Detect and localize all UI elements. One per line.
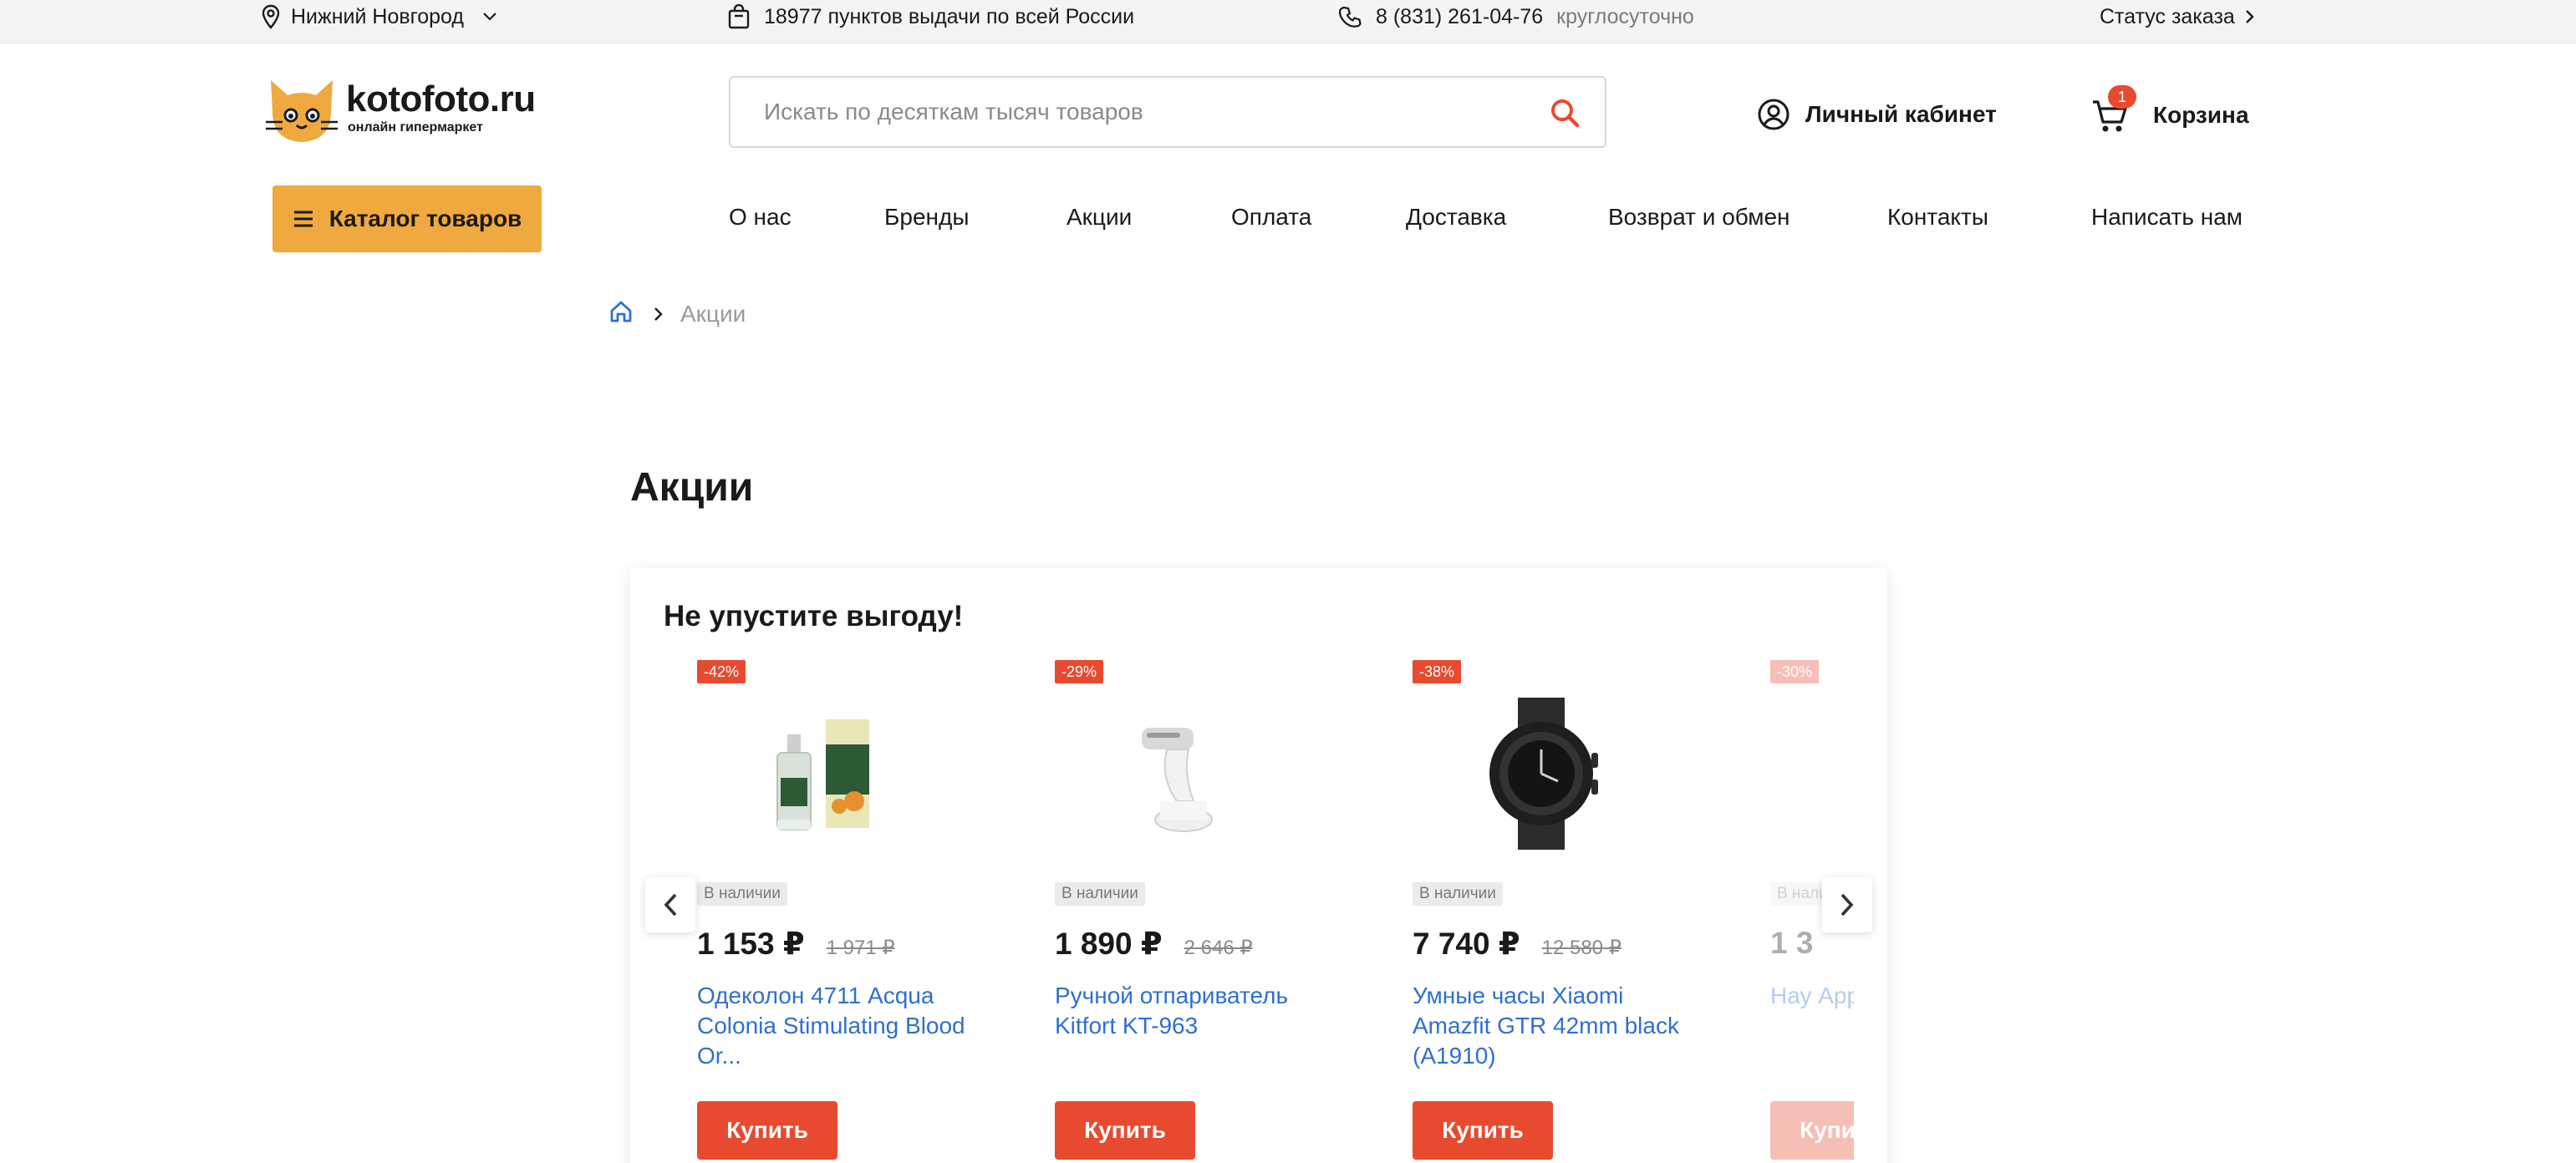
product-name-link[interactable]: Нау App MNI	[1770, 981, 1854, 1011]
nav-item-delivery[interactable]: Доставка	[1406, 204, 1506, 237]
search-input[interactable]	[764, 78, 1516, 146]
availability-badge: В наличии	[1055, 882, 1145, 906]
city-name: Нижний Новгород	[291, 4, 464, 28]
phone-info[interactable]: 8 (831) 261-04-76 круглосуточно	[1339, 0, 1694, 33]
carousel-track: -42% В наличии 1 153 ₽ 1 971 ₽ Одеколон …	[630, 660, 1854, 1163]
phone-hours: круглосуточно	[1556, 4, 1694, 28]
cart-count-badge: 1	[2108, 85, 2136, 109]
user-icon	[1758, 99, 1789, 130]
breadcrumb-separator-icon	[654, 301, 664, 328]
search-icon	[1551, 99, 1580, 128]
breadcrumb-current: Акции	[680, 301, 746, 327]
carousel-prev-button[interactable]	[645, 877, 695, 932]
account-link[interactable]: Личный кабинет	[1757, 94, 1997, 135]
price-row: 1 153 ₽ 1 971 ₽	[697, 926, 895, 962]
breadcrumb: Акции	[608, 297, 746, 331]
nav-item-brands[interactable]: Бренды	[884, 204, 969, 237]
search-button[interactable]	[1546, 94, 1583, 131]
price-row: 1 890 ₽ 2 646 ₽	[1055, 926, 1253, 962]
nav-item-about[interactable]: О нас	[729, 204, 792, 237]
search-bar	[729, 76, 1606, 148]
account-label: Личный кабинет	[1805, 101, 1997, 127]
phone-number: 8 (831) 261-04-76	[1376, 4, 1544, 28]
nav-item-write-us[interactable]: Написать нам	[2091, 204, 2243, 237]
product-old-price: 1 971 ₽	[826, 937, 895, 959]
product-price: 1 890 ₽	[1055, 927, 1163, 961]
chevron-right-icon	[1840, 893, 1854, 917]
logo-subtitle: онлайн гипермаркет	[348, 120, 483, 135]
product-price: 1 153 ₽	[697, 927, 805, 961]
cart-icon: 1	[2090, 85, 2136, 135]
product-card: -29% В наличии 1 890 ₽ 2 646 ₽ Ручной от…	[1055, 660, 1356, 1163]
catalog-button[interactable]: Каталог товаров	[272, 185, 542, 252]
buy-button[interactable]: Купить	[697, 1101, 837, 1160]
product-price: 1 3	[1770, 926, 1814, 960]
pickup-points-info[interactable]: 18977 пунктов выдачи по всей России	[727, 0, 1134, 33]
catalog-button-label: Каталог товаров	[328, 206, 522, 231]
promo-title: Не упустите выгоду!	[664, 600, 964, 632]
perfume-image[interactable]	[697, 690, 934, 857]
logo-text: kotofoto.ru	[346, 79, 536, 119]
top-bar: Нижний Новгород 18977 пунктов выдачи по …	[0, 0, 2576, 43]
discount-badge: -29%	[1055, 660, 1104, 683]
product-name-link[interactable]: Одеколон 4711 Acqua Colonia Stimulating …	[697, 981, 981, 1071]
buy-button[interactable]: Купить	[1770, 1101, 1854, 1160]
chevron-down-icon	[482, 12, 497, 22]
site-logo[interactable]: kotofoto.ru онлайн гипермаркет	[264, 74, 540, 145]
location-pin-icon	[261, 4, 281, 29]
home-icon[interactable]	[608, 299, 634, 330]
bag-icon	[727, 4, 764, 29]
nav-item-promotions[interactable]: Акции	[1067, 204, 1132, 237]
phone-icon	[1339, 5, 1376, 28]
promo-carousel: Не упустите выгоду! -42% В наличии 1 153…	[630, 568, 1887, 1163]
price-row: 1 3	[1770, 926, 1813, 961]
buy-button[interactable]: Купить	[1055, 1101, 1195, 1160]
product-price: 7 740 ₽	[1413, 927, 1520, 961]
chevron-left-icon	[664, 893, 677, 917]
order-status-link[interactable]: Статус заказа	[2100, 0, 2255, 33]
discount-badge: -38%	[1413, 660, 1462, 683]
pickup-points-text: 18977 пунктов выдачи по всей России	[764, 4, 1135, 28]
nav-item-contacts[interactable]: Контакты	[1887, 204, 1988, 237]
cat-logo-icon	[266, 80, 338, 142]
buy-button[interactable]: Купить	[1413, 1101, 1553, 1160]
product-card: -42% В наличии 1 153 ₽ 1 971 ₽ Одеколон …	[697, 660, 998, 1163]
discount-badge: -30%	[1770, 660, 1820, 683]
cart-label: Корзина	[2153, 102, 2249, 128]
product-name-link[interactable]: Ручной отпариватель Kitfort KT-963	[1055, 981, 1339, 1041]
page-title: Акции	[630, 465, 754, 510]
availability-badge: В наличии	[1413, 882, 1503, 906]
city-selector[interactable]: Нижний Новгород	[261, 0, 497, 33]
discount-badge: -42%	[697, 660, 746, 683]
smartwatch-image[interactable]	[1413, 690, 1650, 857]
nav-item-payment[interactable]: Оплата	[1231, 204, 1311, 237]
menu-icon	[293, 211, 313, 227]
product-card: -38% В наличии 7 740 ₽ 12 580 ₽ Умные ча…	[1413, 660, 1713, 1163]
product-old-price: 2 646 ₽	[1184, 937, 1253, 959]
product-old-price: 12 580 ₽	[1541, 937, 1621, 959]
carousel-next-button[interactable]	[1822, 877, 1872, 932]
availability-badge: В наличии	[697, 882, 787, 906]
chevron-right-icon	[2235, 9, 2255, 24]
product-name-link[interactable]: Умные часы Xiaomi Amazfit GTR 42mm black…	[1413, 981, 1697, 1071]
nav-item-returns[interactable]: Возврат и обмен	[1608, 204, 1789, 237]
cart-link[interactable]: 1 Корзина	[2090, 85, 2249, 139]
price-row: 7 740 ₽ 12 580 ₽	[1413, 926, 1621, 962]
order-status-label: Статус заказа	[2100, 4, 2235, 28]
steamer-image[interactable]	[1055, 690, 1292, 857]
